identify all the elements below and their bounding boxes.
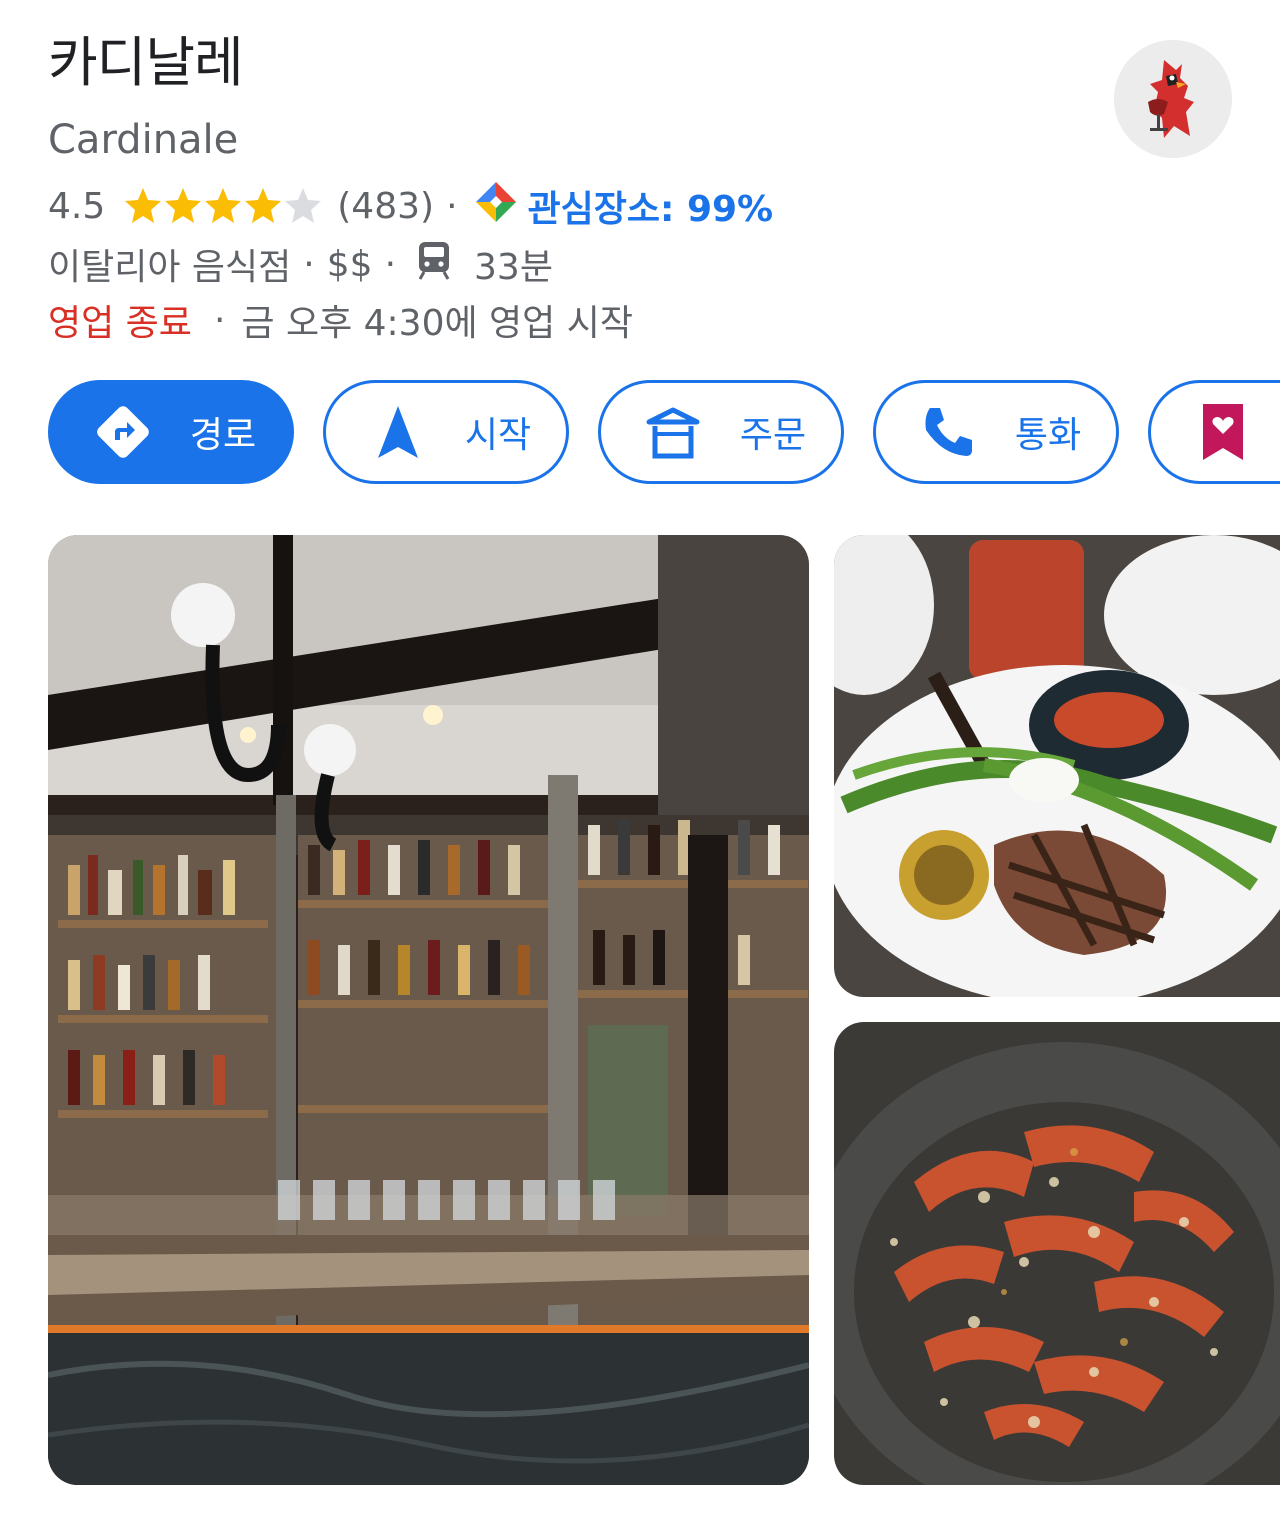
stars-icon — [125, 188, 322, 223]
directions-button[interactable]: 경로 — [48, 380, 294, 484]
separator-dot: · — [303, 243, 315, 285]
interest-score[interactable]: 관심장소: 99% — [528, 180, 774, 232]
start-button[interactable]: 시작 — [323, 380, 569, 484]
pasta-photo-image — [834, 1022, 1280, 1485]
directions-label: 경로 — [189, 415, 257, 456]
order-icon — [641, 400, 705, 464]
hours-note: 금 오후 4:30에 영업 시작 — [241, 303, 633, 344]
bookmark-heart-icon — [1191, 400, 1255, 464]
save-button[interactable]: 저장 — [1148, 380, 1280, 484]
photo-pasta-dish[interactable] — [834, 1022, 1280, 1485]
order-button[interactable]: 주문 — [598, 380, 844, 484]
place-title: 카디날레 — [48, 31, 244, 94]
action-chips: 경로 시작 주문 통화 — [0, 380, 1280, 488]
bar-photo-image — [48, 535, 809, 1485]
order-label: 주문 — [739, 415, 807, 456]
start-label: 시작 — [464, 415, 532, 456]
open-status: 영업 종료 — [48, 303, 192, 344]
review-count[interactable]: (483) — [337, 186, 434, 227]
photo-steak-dish[interactable] — [834, 535, 1280, 997]
google-diamond-icon — [474, 180, 518, 233]
call-button[interactable]: 통화 — [873, 380, 1119, 484]
cardinal-logo-icon — [1114, 40, 1232, 158]
steak-photo-image — [834, 535, 1280, 997]
place-header: 카디날레 Cardinale — [48, 28, 1048, 168]
separator-dot: · — [384, 243, 397, 285]
directions-icon — [91, 400, 155, 464]
navigation-arrow-icon — [366, 400, 430, 464]
call-label: 통화 — [1014, 415, 1082, 456]
separator-dot: · — [446, 185, 458, 227]
rating-value: 4.5 — [48, 185, 106, 227]
photo-bar-interior[interactable] — [48, 535, 809, 1485]
transit-time: 33분 — [474, 247, 553, 288]
phone-icon — [916, 400, 980, 464]
place-subtitle: Cardinale — [48, 117, 239, 163]
info-row: 이탈리아 음식점 · $$ · 33분 — [48, 238, 553, 290]
star-rating — [123, 186, 327, 226]
hours-row[interactable]: 영업 종료 · 금 오후 4:30에 영업 시작 — [48, 294, 633, 346]
transit-icon — [416, 240, 452, 289]
place-avatar[interactable] — [1114, 40, 1232, 158]
price-level: $$ — [326, 243, 373, 285]
rating-row[interactable]: 4.5 (483) · 관심장소: 99% — [48, 180, 773, 232]
category: 이탈리아 음식점 — [48, 247, 292, 288]
separator-dot: · — [213, 299, 226, 341]
